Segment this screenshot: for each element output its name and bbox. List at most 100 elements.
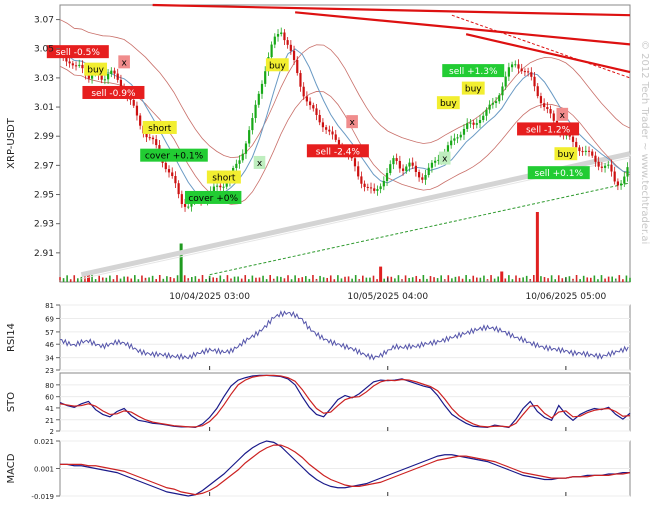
signal-label: x xyxy=(442,155,448,165)
candle-body xyxy=(68,61,71,64)
candle-body xyxy=(382,180,385,187)
candle-body xyxy=(530,72,533,77)
candle-body xyxy=(584,150,587,152)
candle-body xyxy=(78,64,81,66)
signal-buy: buy xyxy=(554,147,578,161)
signal-short: short xyxy=(206,170,241,184)
candle-body xyxy=(514,64,517,66)
candle-body xyxy=(135,105,139,116)
candle-body xyxy=(546,107,549,110)
candle-body xyxy=(603,165,607,168)
candle-body xyxy=(462,128,466,135)
candle-body xyxy=(328,129,331,132)
volume-spike xyxy=(500,271,504,282)
candle-body xyxy=(401,168,405,171)
price-tick-label: 2.95 xyxy=(34,191,54,201)
signal-sell-win: sell +0.1% xyxy=(527,166,590,180)
candle-body xyxy=(369,187,373,189)
candle-body xyxy=(385,173,389,181)
x-tick-label: 10/04/2025 03:00 xyxy=(169,292,250,302)
candle-body xyxy=(177,183,180,195)
candle-body xyxy=(395,158,398,161)
candle-body xyxy=(244,143,248,154)
signal-label: sell -0.5% xyxy=(56,48,101,58)
candle-body xyxy=(235,163,238,168)
signal-label: x xyxy=(560,111,566,121)
candle-body xyxy=(132,99,135,106)
signal-buy: buy xyxy=(265,58,289,72)
candle-body xyxy=(363,183,366,187)
watermark: © 2012 Tech Trader ~ www.techtrader.ai xyxy=(639,40,650,244)
signal-exit-sell: x xyxy=(118,55,130,69)
candle-body xyxy=(392,158,395,165)
trading-chart[interactable]: sell -0.5% x buy sell -0.9% short cover +0.1%… xyxy=(0,0,657,514)
candle-body xyxy=(498,95,501,102)
candle-body xyxy=(280,32,283,35)
signal-sell: sell -2.4% xyxy=(306,144,369,158)
candle-body xyxy=(74,65,78,67)
rsi-frame xyxy=(59,304,631,371)
signal-label: short xyxy=(212,174,236,184)
candle-body xyxy=(446,145,450,153)
signal-label: buy xyxy=(87,66,104,76)
candle-body xyxy=(543,103,546,108)
price-tick-label: 2.99 xyxy=(34,132,54,142)
rsi-tick-label: 69 xyxy=(45,315,54,323)
candle-body xyxy=(613,171,616,182)
candle-body xyxy=(594,155,597,162)
price-tick-label: 3.03 xyxy=(34,74,54,84)
candle-body xyxy=(167,169,171,173)
candle-body xyxy=(581,151,584,153)
candle-body xyxy=(360,176,363,184)
candle-body xyxy=(65,58,68,62)
candle-body xyxy=(597,161,600,167)
signal-label: x xyxy=(121,58,127,68)
candle-body xyxy=(472,122,475,125)
candle-body xyxy=(315,108,318,115)
signal-label: cover +0.1% xyxy=(145,152,204,162)
candle-body xyxy=(155,139,158,146)
signal-label: sell -2.4% xyxy=(316,147,361,157)
candle-body xyxy=(616,181,619,186)
candle-body xyxy=(373,188,376,191)
candle-body xyxy=(453,138,456,141)
rsi-tick-label: 23 xyxy=(45,367,54,375)
candle-body xyxy=(308,101,312,106)
signal-buy: buy xyxy=(84,62,108,76)
signal-short: short xyxy=(142,120,177,134)
candle-body xyxy=(424,175,427,180)
candle-body xyxy=(241,153,244,161)
candle-body xyxy=(81,64,84,69)
signal-label: buy xyxy=(269,61,286,71)
candle-body xyxy=(302,86,305,97)
price-frame xyxy=(59,4,631,283)
candle-body xyxy=(549,109,552,114)
candle-body xyxy=(619,183,623,186)
price-axis-label: XRP-USDT xyxy=(6,117,17,169)
sto-axis-label: STO xyxy=(6,392,17,412)
candle-body xyxy=(331,131,334,135)
rsi-tick-label: 46 xyxy=(45,341,54,349)
sto-tick-label: 2 xyxy=(50,428,54,436)
signal-label: cover +0% xyxy=(188,194,238,204)
candle-body xyxy=(398,160,401,169)
candle-body xyxy=(289,44,292,51)
price-tick-label: 3.05 xyxy=(34,45,54,55)
candle-body xyxy=(357,166,360,177)
chart-canvas[interactable]: sell -0.5% x buy sell -0.9% short cover +0.1%… xyxy=(0,0,657,514)
signal-label: buy xyxy=(440,99,457,109)
candle-body xyxy=(533,76,536,87)
candle-body xyxy=(389,164,392,174)
signal-label: x xyxy=(349,118,355,128)
candle-body xyxy=(587,150,591,152)
candle-body xyxy=(216,185,219,187)
signal-exit-buy: x xyxy=(253,155,266,169)
candle-body xyxy=(254,104,257,119)
candle-body xyxy=(517,64,520,69)
price-tick-label: 3.07 xyxy=(34,16,54,26)
candle-body xyxy=(418,172,421,178)
signal-exit-buy: x xyxy=(438,151,451,165)
price-tick-label: 2.93 xyxy=(34,220,54,230)
candle-body xyxy=(353,158,357,167)
signal-label: sell -1.2% xyxy=(526,125,571,135)
